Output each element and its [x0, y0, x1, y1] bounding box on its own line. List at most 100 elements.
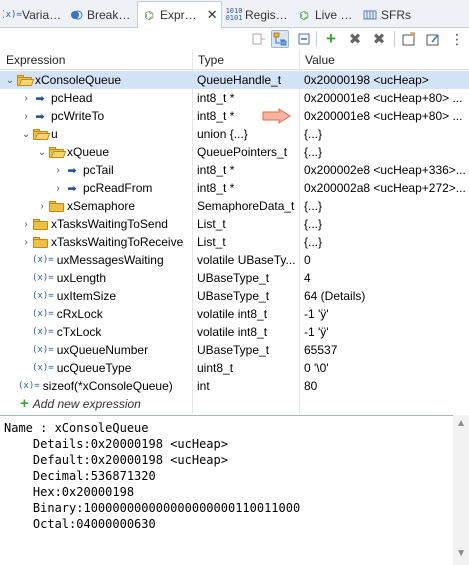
scroll-down-icon[interactable]: ▼: [456, 548, 466, 559]
details-line: Octal:04000000630: [4, 517, 156, 531]
expression-type: volatile UBaseTy...: [197, 253, 296, 267]
tab-live-expressions[interactable]: ⌬ Live …: [296, 2, 356, 28]
expression-value: 0x200001e8 <ucHeap+80> ...: [304, 91, 463, 105]
table-row[interactable]: (x)= sizeof(*xConsoleQueue) int 80: [0, 377, 469, 395]
table-header: Expression Type Value: [0, 50, 469, 70]
expression-type: volatile int8_t: [197, 307, 268, 321]
folder-open-icon: [48, 145, 66, 159]
scroll-up-icon[interactable]: ▲: [456, 418, 466, 429]
chevron-right-icon[interactable]: ›: [20, 219, 32, 230]
expression-name: xConsoleQueue: [35, 73, 122, 87]
expression-value: 64 (Details): [304, 289, 366, 303]
expression-type: QueueHandle_t: [197, 73, 282, 87]
add-new-expression-row[interactable]: + Add new expression: [0, 395, 469, 413]
details-pane[interactable]: Name : xConsoleQueue Details:0x20000198 …: [0, 415, 469, 565]
close-icon[interactable]: ✕: [207, 7, 218, 23]
expression-name: xTasksWaitingToReceive: [51, 235, 184, 249]
chevron-down-icon[interactable]: ⌄: [4, 75, 16, 86]
folder-open-icon: [16, 73, 34, 87]
show-logical-structure-icon[interactable]: [271, 30, 289, 48]
edit-expression-icon[interactable]: [424, 30, 442, 48]
table-row[interactable]: › ➡ pcWriteTo int8_t * 0x200001e8 <ucHea…: [0, 107, 469, 125]
expression-value: 4: [304, 271, 311, 285]
chevron-right-icon[interactable]: ›: [20, 237, 32, 248]
expression-type: int8_t *: [197, 91, 235, 105]
expression-type: UBaseType_t: [197, 289, 270, 303]
tab-variables[interactable]: (x)= Varia…: [3, 2, 63, 28]
pointer-arrow-icon: ➡: [35, 92, 45, 105]
expression-value: 80: [304, 379, 318, 393]
table-row[interactable]: › xTasksWaitingToReceive List_t {...}: [0, 233, 469, 251]
chevron-right-icon[interactable]: ›: [20, 111, 32, 122]
add-new-expression-label: Add new expression: [32, 397, 141, 411]
table-row[interactable]: › xSemaphore SemaphoreData_t {...}: [0, 197, 469, 215]
table-row[interactable]: ⌄ xConsoleQueue QueueHandle_t 0x20000198…: [0, 71, 469, 89]
chevron-right-icon[interactable]: ›: [36, 201, 48, 212]
expression-type: int8_t *: [197, 163, 235, 177]
tab-expressions[interactable]: ⌬ Expr… ✕: [137, 1, 222, 29]
table-row[interactable]: (x)= uxItemSize UBaseType_t 64 (Details): [0, 287, 469, 305]
table-row[interactable]: (x)= uxQueueNumber UBaseType_t 65537: [0, 341, 469, 359]
table-row[interactable]: ⌄ xQueue QueuePointers_t {...}: [0, 143, 469, 161]
collapse-all-icon[interactable]: [295, 30, 313, 48]
expression-name: ucQueueType: [56, 361, 132, 375]
table-row[interactable]: › xTasksWaitingToSend List_t {...}: [0, 215, 469, 233]
tab-sfrs[interactable]: SFRs: [362, 2, 412, 28]
chevron-right-icon[interactable]: ›: [52, 183, 64, 194]
variable-icon: (x)=: [32, 255, 54, 265]
table-row[interactable]: › ➡ pcTail int8_t * 0x200002e8 <ucHeap+3…: [0, 161, 469, 179]
details-line: Decimal:536871320: [4, 469, 156, 483]
variable-icon: (x)=: [32, 291, 54, 301]
sfrs-icon: [362, 7, 378, 23]
expression-value: 0 '\0': [304, 361, 329, 375]
chevron-down-icon[interactable]: ⌄: [36, 147, 48, 158]
table-row[interactable]: › ➡ pcHead int8_t * 0x200001e8 <ucHeap+8…: [0, 89, 469, 107]
expression-type: List_t: [197, 235, 226, 249]
expression-name: xSemaphore: [67, 199, 136, 213]
column-header-expression[interactable]: Expression: [6, 53, 65, 67]
expression-value: 65537: [304, 343, 338, 357]
tab-breakpoints[interactable]: Break…: [68, 2, 132, 28]
view-menu-icon[interactable]: ⋮: [448, 30, 466, 48]
registers-icon: 1010 0101: [226, 7, 243, 22]
chevron-down-icon[interactable]: ⌄: [20, 129, 32, 140]
expression-name: uxMessagesWaiting: [56, 253, 164, 267]
remove-all-expressions-icon[interactable]: ✖: [370, 30, 388, 48]
expression-value: {...}: [304, 235, 323, 249]
details-scrollbar[interactable]: [453, 415, 469, 565]
table-row[interactable]: (x)= cRxLock volatile int8_t -1 'ÿ': [0, 305, 469, 323]
table-row[interactable]: (x)= cTxLock volatile int8_t -1 'ÿ': [0, 323, 469, 341]
chevron-right-icon[interactable]: ›: [52, 165, 64, 176]
expression-name: pcWriteTo: [51, 109, 105, 123]
folder-icon: [32, 235, 48, 249]
show-type-names-icon[interactable]: [250, 30, 268, 48]
chevron-right-icon[interactable]: ›: [20, 93, 32, 104]
expression-value: 0x200002e8 <ucHeap+336>...: [304, 163, 466, 177]
expression-type: union {...}: [197, 127, 248, 141]
expressions-toolbar: + ✖ ✖ ⋮: [0, 28, 469, 50]
table-row[interactable]: (x)= uxLength UBaseType_t 4: [0, 269, 469, 287]
variable-icon: (x)=: [32, 345, 54, 355]
folder-icon: [32, 217, 48, 231]
table-row[interactable]: (x)= uxMessagesWaiting volatile UBaseTy.…: [0, 251, 469, 269]
live-expressions-icon: ⌬: [299, 9, 309, 22]
column-header-value[interactable]: Value: [305, 53, 335, 67]
variable-icon: (x)=: [32, 309, 54, 319]
column-header-type[interactable]: Type: [198, 53, 224, 67]
expression-name: uxQueueNumber: [56, 343, 149, 357]
table-row[interactable]: ⌄ u union {...} {...}: [0, 125, 469, 143]
tab-label: SFRs: [381, 8, 411, 22]
details-line: Binary:100000000000000000000110011000: [4, 501, 301, 515]
tab-label: Regis…: [245, 8, 288, 22]
add-expression-icon[interactable]: +: [322, 29, 340, 48]
expression-type: List_t: [197, 217, 226, 231]
tab-registers[interactable]: 1010 0101 Regis…: [226, 2, 291, 28]
new-expression-window-icon[interactable]: [400, 30, 418, 48]
expression-value: {...}: [304, 199, 323, 213]
expressions-tree: ⌄ xConsoleQueue QueueHandle_t 0x20000198…: [0, 71, 469, 413]
details-line: Default:0x20000198 <ucHeap>: [4, 453, 228, 467]
expression-type: int8_t *: [197, 181, 235, 195]
table-row[interactable]: (x)= ucQueueType uint8_t 0 '\0': [0, 359, 469, 377]
remove-expression-icon[interactable]: ✖: [346, 30, 364, 48]
table-row[interactable]: › ➡ pcReadFrom int8_t * 0x200002a8 <ucHe…: [0, 179, 469, 197]
